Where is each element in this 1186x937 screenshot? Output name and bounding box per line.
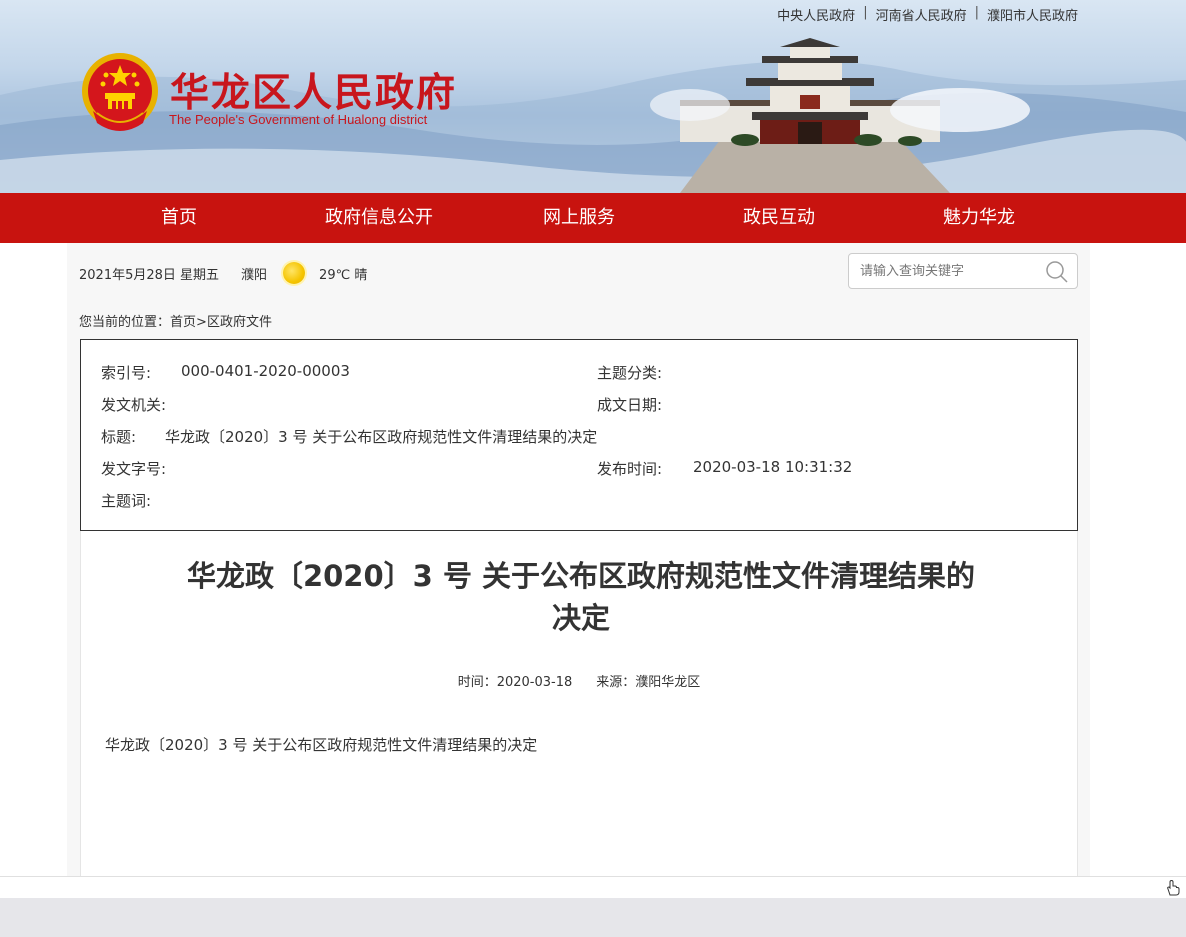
meta-issuer-label: 发文机关:	[101, 396, 167, 414]
info-bar: 2021年5月28日 星期五 濮阳 29℃ 晴	[79, 262, 367, 284]
breadcrumb-home[interactable]: 首页	[170, 315, 196, 330]
meta-published-label: 发布时间:	[597, 460, 663, 478]
top-link-puyang-gov[interactable]: 濮阳市人民政府	[987, 5, 1078, 24]
header-banner: 中央人民政府 | 河南省人民政府 | 濮阳市人民政府 华龙区人民政府 The P…	[0, 0, 1186, 193]
meta-index-no: 000-0401-2020-00003	[181, 362, 350, 380]
bottom-toolbar	[0, 876, 1186, 898]
nav-item-charm-hualong[interactable]: 魅力华龙	[919, 193, 1039, 243]
site-subtitle: The People's Government of Hualong distr…	[169, 112, 428, 127]
weather-text: 29℃ 晴	[319, 267, 368, 283]
top-links: 中央人民政府 | 河南省人民政府 | 濮阳市人民政府	[777, 5, 1078, 24]
top-link-henan-gov[interactable]: 河南省人民政府	[876, 5, 967, 24]
top-link-separator: |	[863, 5, 868, 20]
breadcrumb-separator: >	[196, 315, 207, 330]
hand-cursor-icon	[1167, 879, 1180, 896]
document-meta-table: 索引号: 000-0401-2020-00003 主题分类: 发文机关: 成文日…	[80, 339, 1078, 531]
weather-city: 濮阳	[241, 267, 268, 283]
national-emblem-logo	[82, 53, 158, 131]
breadcrumb: 您当前的位置：首页>区政府文件	[79, 311, 272, 330]
sun-icon	[283, 262, 306, 284]
breadcrumb-prefix: 您当前的位置：	[79, 315, 171, 330]
article-time: 时间：2020-03-18	[457, 675, 573, 690]
site-title: 华龙区人民政府	[170, 71, 458, 116]
nav-item-interaction[interactable]: 政民互动	[719, 193, 839, 243]
meta-created-label: 成文日期:	[597, 396, 663, 414]
article-source: 来源：濮阳华龙区	[596, 675, 701, 690]
meta-keywords-label: 主题词:	[101, 492, 152, 510]
meta-category-label: 主题分类:	[597, 364, 663, 382]
article-title: 华龙政〔2020〕3 号 关于公布区政府规范性文件清理结果的决定	[186, 559, 976, 635]
nav-item-home[interactable]: 首页	[129, 193, 229, 243]
search-icon[interactable]	[1045, 260, 1069, 284]
nav-item-online-service[interactable]: 网上服务	[519, 193, 639, 243]
main-nav: 首页 政府信息公开 网上服务 政民互动 魅力华龙	[0, 193, 1186, 243]
bottom-strip	[0, 898, 1186, 937]
meta-title: 华龙政〔2020〕3 号 关于公布区政府规范性文件清理结果的决定	[165, 428, 598, 446]
top-link-central-gov[interactable]: 中央人民政府	[777, 5, 855, 24]
search-box	[848, 253, 1078, 289]
nav-item-gov-info[interactable]: 政府信息公开	[309, 193, 449, 243]
article-meta: 时间：2020-03-18 来源：濮阳华龙区	[81, 671, 1077, 690]
meta-index-no-label: 索引号:	[101, 364, 152, 382]
current-date: 2021年5月28日 星期五	[79, 267, 220, 283]
meta-doc-no-label: 发文字号:	[101, 460, 167, 478]
breadcrumb-current[interactable]: 区政府文件	[207, 315, 272, 330]
article-body: 华龙政〔2020〕3 号 关于公布区政府规范性文件清理结果的决定	[105, 736, 538, 754]
search-input[interactable]	[849, 254, 1039, 288]
top-link-separator: |	[974, 5, 979, 20]
meta-title-label: 标题:	[101, 428, 137, 446]
meta-published: 2020-03-18 10:31:32	[693, 458, 853, 476]
